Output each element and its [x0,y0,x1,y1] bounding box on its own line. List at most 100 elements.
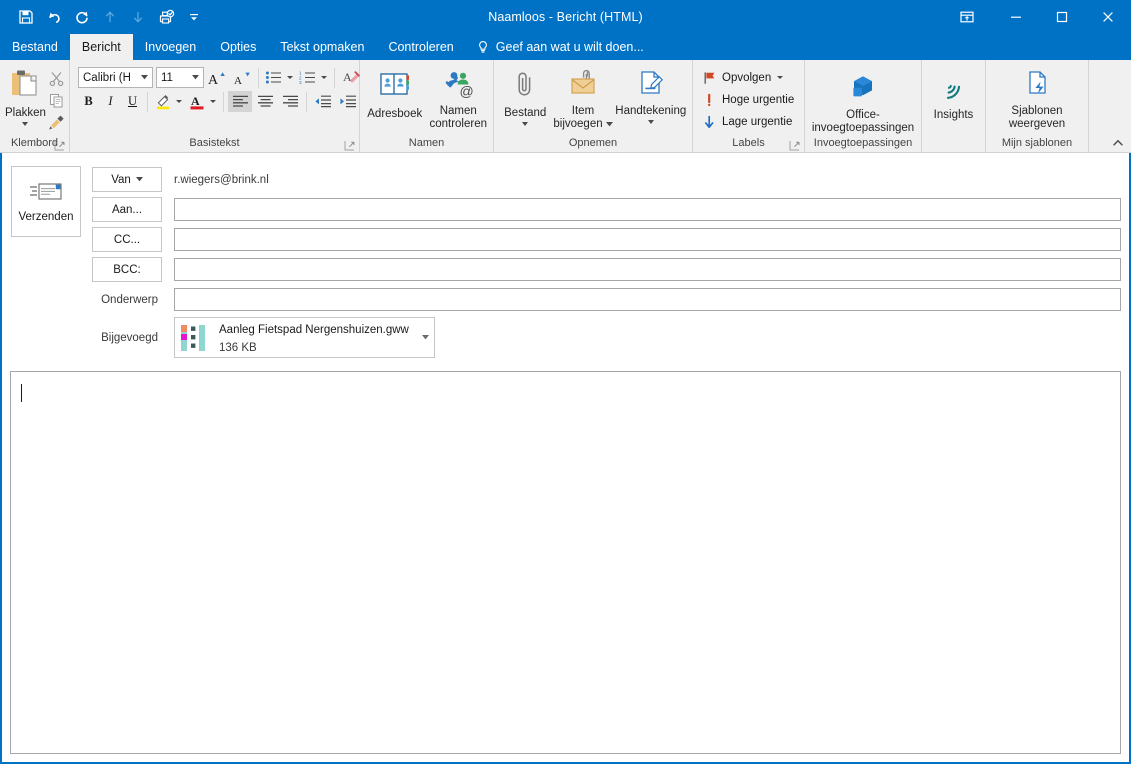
chevron-down-icon[interactable] [137,68,152,87]
tab-bestand[interactable]: Bestand [0,34,70,60]
italic-button[interactable]: I [100,91,121,112]
undo-icon[interactable] [40,3,68,31]
chevron-down-icon[interactable] [321,76,327,79]
print-preview-icon[interactable] [152,3,180,31]
grow-font-button[interactable]: A [205,67,229,88]
format-painter-button[interactable] [46,111,68,133]
cc-button[interactable]: CC... [92,227,162,252]
chevron-down-icon[interactable] [176,100,182,103]
increase-indent-icon [340,95,356,108]
paste-icon [8,67,42,105]
follow-up-button[interactable]: Opvolgen [699,67,798,88]
van-button[interactable]: Van [92,167,162,192]
attach-item-icon [567,69,599,103]
address-book-label: Adresboek [367,108,423,120]
align-center-button[interactable] [253,91,277,112]
tab-opties[interactable]: Opties [208,34,268,60]
dialog-launcher-icon[interactable] [54,140,65,151]
svg-text:3: 3 [299,80,302,85]
attachment-dropdown-button[interactable] [416,335,434,340]
tell-me-placeholder: Geef aan wat u wilt doen... [495,40,644,54]
cc-input[interactable] [174,228,1121,251]
attach-item-button[interactable]: Item bijvoegen [552,67,613,131]
signature-button[interactable]: Handtekening [615,67,688,124]
chevron-down-icon[interactable] [647,120,654,124]
send-button[interactable]: Verzenden [11,166,81,237]
paste-button[interactable]: Plakken [5,65,46,126]
chevron-down-icon [135,177,143,182]
cut-button[interactable] [46,67,68,89]
shrink-font-button[interactable]: A [230,67,254,88]
view-templates-button[interactable]: Sjablonen weergeven [992,67,1082,131]
office-addins-button[interactable]: Office- invoegtoepassingen [810,71,916,135]
svg-text:A: A [234,75,242,87]
chevron-down-bar-icon[interactable] [180,3,208,31]
tab-controleren[interactable]: Controleren [376,34,465,60]
chevron-down-icon[interactable] [522,122,529,126]
aan-button[interactable]: Aan... [92,197,162,222]
chevron-up-icon[interactable] [1111,136,1125,150]
view-templates-label: Sjablonen weergeven [1008,105,1066,130]
dialog-launcher-icon[interactable] [789,140,800,151]
tab-bericht[interactable]: Bericht [69,34,133,60]
highlight-button[interactable] [152,91,185,112]
ribbon-group-label-invoegtoepassingen: Invoegtoepassingen [813,137,913,149]
save-icon[interactable] [12,3,40,31]
onderwerp-input[interactable] [174,288,1121,311]
ribbon-tabs: Bestand Bericht Invoegen Opties Tekst op… [0,34,1131,60]
aan-input[interactable] [174,198,1121,221]
attachment-texts: Aanleg Fietspad Nergenshuizen.gww 136 KB [213,320,416,356]
chevron-down-icon[interactable] [287,76,293,79]
attach-file-label: Bestand [504,107,547,119]
tell-me-search[interactable]: Geef aan wat u wilt doen... [466,34,654,60]
dialog-launcher-icon[interactable] [344,140,355,151]
bold-button[interactable]: B [78,91,99,112]
font-name-combo[interactable]: Calibri (H [78,67,153,88]
chevron-down-icon[interactable] [210,100,216,103]
tab-invoegen[interactable]: Invoegen [133,34,208,60]
font-color-button[interactable]: A [186,91,219,112]
gww-file-icon [179,323,213,353]
tab-tekst-opmaken[interactable]: Tekst opmaken [268,34,376,60]
message-body-input[interactable] [10,371,1121,754]
attachment-item[interactable]: Aanleg Fietspad Nergenshuizen.gww 136 KB [174,317,435,358]
maximize-icon[interactable] [1039,0,1085,34]
check-names-label: Namen controleren [429,105,488,130]
decrease-indent-icon [315,95,331,108]
increase-indent-button[interactable] [336,91,360,112]
chevron-down-icon[interactable] [188,68,203,87]
bullets-button[interactable] [263,67,296,88]
copy-button[interactable] [46,89,68,111]
bcc-button[interactable]: BCC: [92,257,162,282]
signature-icon [635,69,667,103]
attach-file-button[interactable]: Bestand [499,67,551,126]
check-names-button[interactable]: @ Namen controleren [429,67,489,131]
format-painter-icon [49,115,65,130]
decrease-indent-button[interactable] [311,91,335,112]
font-size-combo[interactable]: 11 [156,67,204,88]
chevron-down-icon[interactable] [22,122,29,126]
insights-button[interactable]: Insights [927,73,980,122]
minimize-icon[interactable] [993,0,1039,34]
attachment-filename: Aanleg Fietspad Nergenshuizen.gww [219,323,409,336]
chevron-down-icon[interactable] [777,76,784,79]
redo-icon[interactable] [68,3,96,31]
address-book-button[interactable]: Adresboek [365,67,425,121]
align-left-button[interactable] [228,91,252,112]
title-bar: Naamloos - Bericht (HTML) [0,0,1131,34]
close-icon[interactable] [1085,0,1131,34]
ribbon-group-klembord: Plakken Klembord [0,60,70,152]
low-importance-button[interactable]: Lage urgentie [699,111,798,132]
ribbon-display-options-icon[interactable] [947,0,987,34]
van-value: r.wiegers@brink.nl [174,173,269,186]
bcc-input[interactable] [174,258,1121,281]
numbering-button[interactable]: 1 2 3 [297,67,330,88]
field-row-bijgevoegd: Bijgevoegd Aanleg Fietspad Nergenshuizen… [92,317,1121,359]
align-right-button[interactable] [278,91,302,112]
font-size-value: 11 [161,71,173,84]
italic-icon: I [108,94,113,108]
flag-icon [704,71,715,84]
high-importance-button[interactable]: Hoge urgentie [699,89,798,110]
underline-button[interactable]: U [122,91,143,112]
ribbon-group-opnemen: Bestand Item bijvoegen Handtekening Opne… [494,60,693,152]
